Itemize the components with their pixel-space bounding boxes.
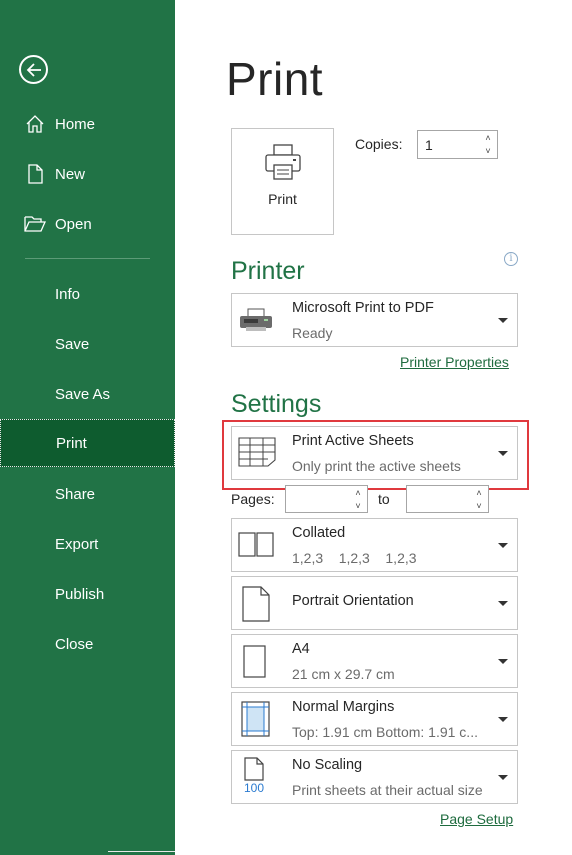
orientation-dropdown[interactable]: Portrait Orientation <box>231 576 518 630</box>
sidebar-item-new[interactable]: New <box>0 154 175 194</box>
collation-dropdown[interactable]: Collated 1,2,3 1,2,3 1,2,3 <box>231 518 518 572</box>
pdf-printer-icon <box>238 307 274 333</box>
spin-up-icon[interactable]: ˄ <box>355 487 360 500</box>
sidebar-item-label: Home <box>55 115 96 133</box>
sidebar-item-label: Print <box>56 434 87 452</box>
spin-down-icon[interactable]: ˅ <box>355 500 360 513</box>
portrait-page-icon <box>242 586 270 622</box>
sidebar-item-share[interactable]: Share <box>0 474 175 514</box>
sheet-grid-icon <box>238 437 276 467</box>
printer-heading: Printer <box>231 257 305 285</box>
printer-dropdown[interactable]: Microsoft Print to PDF Ready <box>231 293 518 347</box>
sidebar-item-publish[interactable]: Publish <box>0 574 175 614</box>
scaling-main: No Scaling <box>292 757 363 773</box>
chevron-down-icon <box>498 601 508 606</box>
new-document-icon <box>24 163 46 185</box>
page-title: Print <box>226 53 324 105</box>
sidebar-item-label: Publish <box>55 585 105 603</box>
spin-up-icon[interactable]: ˄ <box>476 487 481 500</box>
sidebar-item-label: Info <box>55 285 81 303</box>
folder-open-icon <box>24 213 46 235</box>
printer-icon <box>264 144 301 180</box>
spin-down-icon[interactable]: ˅ <box>485 145 490 158</box>
print-button[interactable]: Print <box>231 128 334 235</box>
copies-value: 1 <box>425 137 433 153</box>
print-what-dropdown[interactable]: Print Active Sheets Only print the activ… <box>231 426 518 480</box>
paper-size-main: A4 <box>292 641 310 657</box>
backstage-sidebar: Home New Open Info Save Save As Print Sh… <box>0 0 175 855</box>
sidebar-bottom-divider <box>108 851 175 852</box>
sidebar-item-label: Open <box>55 215 92 233</box>
copies-label: Copies: <box>355 136 403 152</box>
margins-icon <box>241 701 271 737</box>
home-icon <box>24 113 46 135</box>
chevron-down-icon <box>498 659 508 664</box>
sidebar-item-label: Save As <box>55 385 111 403</box>
margins-main: Normal Margins <box>292 699 395 715</box>
sidebar-item-label: Close <box>55 635 94 653</box>
sidebar-item-label: Save <box>55 335 90 353</box>
sidebar-item-export[interactable]: Export <box>0 524 175 564</box>
margins-sub: Top: 1.91 cm Bottom: 1.91 c... <box>292 724 478 740</box>
sidebar-item-info[interactable]: Info <box>0 274 175 314</box>
sidebar-item-label: Export <box>55 535 99 553</box>
collated-pages-icon <box>238 532 274 558</box>
printer-name: Microsoft Print to PDF <box>292 300 434 316</box>
chevron-down-icon <box>498 775 508 780</box>
settings-heading: Settings <box>231 390 322 418</box>
sidebar-item-save[interactable]: Save <box>0 324 175 364</box>
page-setup-link[interactable]: Page Setup <box>440 811 513 827</box>
back-arrow-button[interactable] <box>19 55 48 84</box>
orientation-main: Portrait Orientation <box>292 593 414 609</box>
margins-dropdown[interactable]: Normal Margins Top: 1.91 cm Bottom: 1.91… <box>231 692 518 746</box>
print-what-sub: Only print the active sheets <box>292 458 461 474</box>
sidebar-item-label: Share <box>55 485 96 503</box>
spinner-arrows[interactable]: ˄ ˅ <box>473 487 485 513</box>
printer-properties-link[interactable]: Printer Properties <box>400 354 509 370</box>
chevron-down-icon <box>498 318 508 323</box>
pages-to-input[interactable]: ˄ ˅ <box>406 485 489 513</box>
chevron-down-icon <box>498 717 508 722</box>
sidebar-item-close[interactable]: Close <box>0 624 175 664</box>
pages-label: Pages: <box>231 491 275 507</box>
sidebar-item-home[interactable]: Home <box>0 104 175 144</box>
collation-sub: 1,2,3 1,2,3 1,2,3 <box>292 550 417 566</box>
sidebar-item-save-as[interactable]: Save As <box>0 374 175 414</box>
chevron-down-icon <box>498 543 508 548</box>
scaling-sub: Print sheets at their actual size <box>292 782 483 798</box>
spin-up-icon[interactable]: ˄ <box>485 132 490 145</box>
paper-size-icon <box>243 645 267 679</box>
scaling-icon: 100 <box>242 757 266 795</box>
sidebar-item-label: New <box>55 165 86 183</box>
print-button-label: Print <box>268 191 297 207</box>
spinner-arrows[interactable]: ˄ ˅ <box>352 487 364 513</box>
sidebar-divider <box>25 258 150 259</box>
collation-main: Collated <box>292 525 346 541</box>
chevron-down-icon <box>498 451 508 456</box>
spinner-arrows[interactable]: ˄ ˅ <box>482 132 494 158</box>
info-icon[interactable]: i <box>504 252 518 266</box>
pages-from-input[interactable]: ˄ ˅ <box>285 485 368 513</box>
sidebar-item-print[interactable]: Print <box>0 419 175 467</box>
sidebar-item-open[interactable]: Open <box>0 204 175 244</box>
printer-status: Ready <box>292 325 333 341</box>
paper-size-dropdown[interactable]: A4 21 cm x 29.7 cm <box>231 634 518 688</box>
pages-to-label: to <box>378 491 390 507</box>
scaling-icon-text: 100 <box>243 781 265 795</box>
copies-spinner[interactable]: 1 ˄ ˅ <box>417 130 498 159</box>
back-arrow-icon <box>26 62 41 77</box>
spin-down-icon[interactable]: ˅ <box>476 500 481 513</box>
paper-size-sub: 21 cm x 29.7 cm <box>292 666 395 682</box>
scaling-dropdown[interactable]: 100 No Scaling Print sheets at their act… <box>231 750 518 804</box>
print-what-main: Print Active Sheets <box>292 433 414 449</box>
